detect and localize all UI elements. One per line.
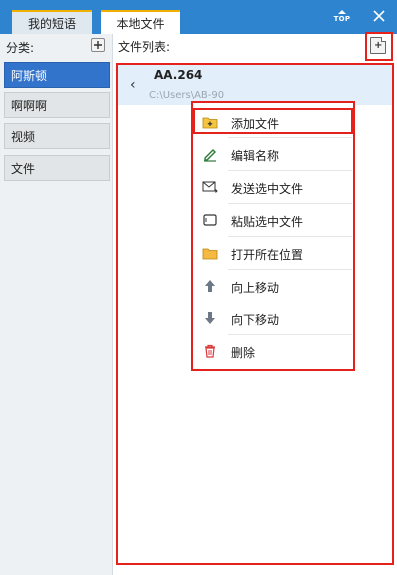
close-button[interactable]: [369, 6, 389, 26]
paste-icon: [203, 214, 217, 226]
menu-separator: [228, 269, 352, 270]
add-category-button[interactable]: [91, 38, 105, 52]
arrow-down-icon: [205, 312, 215, 324]
category-item-file[interactable]: 文件: [4, 155, 110, 181]
menu-item-add-file[interactable]: 添加文件: [193, 109, 353, 135]
file-path: C:\Users\AB-90: [149, 90, 225, 101]
tab-local-files[interactable]: 本地文件: [101, 10, 180, 34]
menu-item-send-selected[interactable]: 发送选中文件: [193, 174, 353, 200]
category-item-aaa[interactable]: 啊啊啊: [4, 92, 110, 118]
file-list-label: 文件列表:: [118, 40, 171, 54]
menu-separator: [228, 137, 352, 138]
menu-item-label: 编辑名称: [231, 149, 280, 163]
menu-item-move-down[interactable]: 向下移动: [193, 305, 353, 331]
pin-top-label: TOP: [333, 14, 351, 23]
file-name: AA.264: [154, 68, 203, 82]
tab-my-phrases[interactable]: 我的短语: [12, 10, 92, 34]
menu-item-open-location[interactable]: 打开所在位置: [193, 240, 353, 266]
category-item-video[interactable]: 视频: [4, 123, 110, 149]
menu-separator: [228, 334, 352, 335]
highlight-box-add-file: [365, 32, 393, 61]
menu-item-label: 向上移动: [231, 281, 280, 295]
menu-item-label: 删除: [231, 346, 256, 360]
arrow-up-icon: [205, 280, 215, 292]
chevron-left-icon[interactable]: ‹: [130, 77, 136, 93]
menu-item-label: 打开所在位置: [231, 248, 304, 262]
menu-separator: [228, 203, 352, 204]
context-menu: 添加文件 编辑名称 发送选中文件 粘贴选中文件 打开所在位置 向上移动 向下移动…: [191, 101, 355, 371]
title-bar: 我的短语 本地文件 TOP: [0, 0, 397, 34]
menu-item-edit-name[interactable]: 编辑名称: [193, 141, 353, 167]
send-mail-icon: [202, 181, 218, 193]
pin-top-button[interactable]: TOP: [329, 6, 355, 26]
file-entry[interactable]: ‹ AA.264 C:\Users\AB-90: [118, 65, 392, 105]
trash-icon: [205, 344, 215, 358]
menu-item-paste-selected[interactable]: 粘贴选中文件: [193, 207, 353, 233]
plus-icon: [94, 41, 102, 49]
edit-icon: [204, 149, 216, 162]
menu-item-label: 添加文件: [231, 117, 280, 131]
folder-add-icon: [202, 117, 218, 129]
category-label: 分类:: [6, 40, 35, 55]
close-icon: [373, 10, 385, 22]
folder-open-icon: [202, 248, 218, 260]
menu-item-move-up[interactable]: 向上移动: [193, 273, 353, 299]
menu-item-label: 发送选中文件: [231, 182, 304, 196]
category-panel: 分类: 阿斯顿 啊啊啊 视频 文件: [0, 34, 113, 575]
pin-top-icon: [338, 9, 346, 14]
menu-separator: [228, 170, 352, 171]
menu-item-label: 粘贴选中文件: [231, 215, 304, 229]
menu-separator: [228, 236, 352, 237]
menu-item-delete[interactable]: 删除: [193, 338, 353, 364]
menu-item-label: 向下移动: [231, 313, 280, 327]
category-item-asidun[interactable]: 阿斯顿: [4, 62, 110, 88]
